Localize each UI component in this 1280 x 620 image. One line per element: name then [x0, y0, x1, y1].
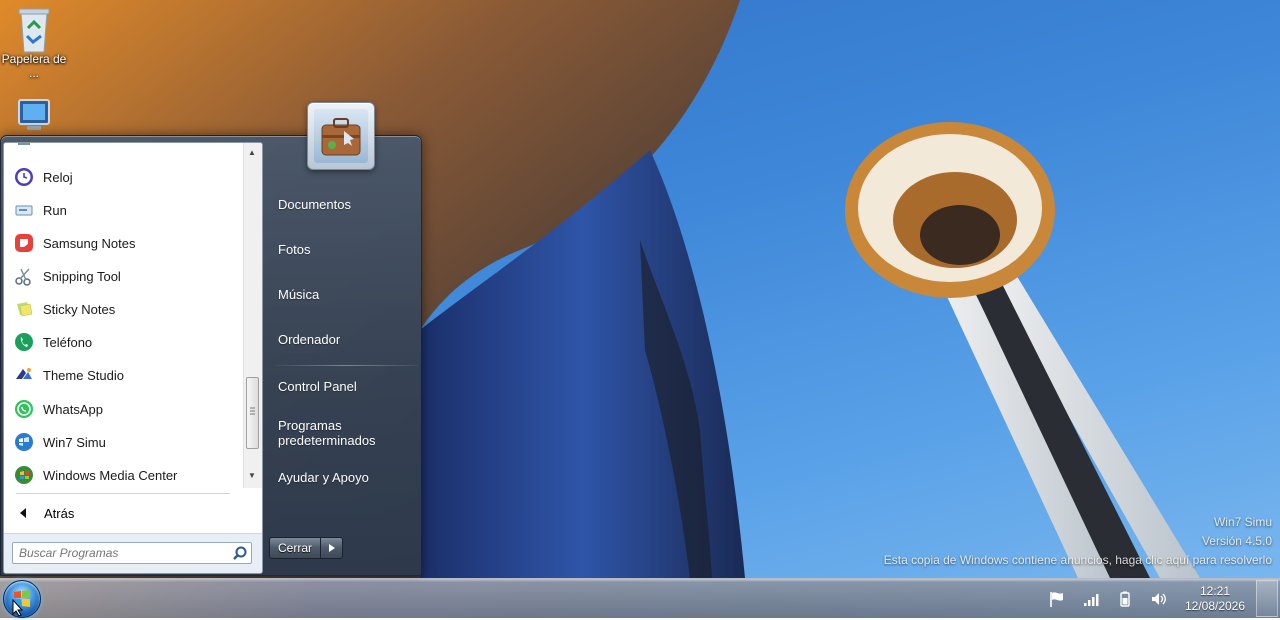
- scissors-icon: [15, 268, 31, 286]
- watermark-product: Win7 Simu: [1213, 515, 1272, 529]
- link-musica[interactable]: Música: [263, 287, 419, 302]
- theme-studio-icon: [16, 368, 32, 379]
- whatsapp-icon: [15, 400, 33, 418]
- program-label: Samsung Notes: [43, 235, 136, 251]
- link-ordenador[interactable]: Ordenador: [263, 332, 419, 347]
- sticky-notes-icon: [17, 302, 33, 317]
- back-button[interactable]: Atrás: [10, 498, 240, 528]
- program-item-reloj[interactable]: Reloj: [10, 162, 238, 192]
- samsung-notes-icon: [15, 234, 33, 252]
- back-label: Atrás: [44, 505, 75, 521]
- media-center-icon: [15, 466, 33, 484]
- run-icon: [15, 205, 33, 216]
- taskbar: 12:21 12/08/2026: [0, 578, 1280, 618]
- link-fotos[interactable]: Fotos: [263, 242, 419, 257]
- scroll-down-arrow-icon[interactable]: ▼: [248, 471, 256, 480]
- battery-icon[interactable]: [1116, 590, 1134, 608]
- program-item-telefono[interactable]: Teléfono: [10, 327, 238, 357]
- phone-icon: [15, 333, 33, 351]
- show-desktop-button[interactable]: [1256, 580, 1278, 617]
- shutdown-button[interactable]: Cerrar: [269, 537, 322, 559]
- list-divider: [16, 493, 230, 494]
- signal-strength-icon[interactable]: [1083, 590, 1101, 608]
- right-pane-divider: [276, 365, 418, 366]
- shutdown-control: Cerrar: [269, 537, 344, 559]
- program-label: Windows Media Center: [43, 467, 178, 483]
- link-documentos[interactable]: Documentos: [263, 197, 419, 212]
- clock-time[interactable]: 12:21: [1170, 584, 1260, 598]
- shutdown-options-button[interactable]: [321, 537, 344, 559]
- space-needle-art: [845, 122, 1200, 578]
- search-icon[interactable]: [232, 546, 248, 562]
- briefcase-icon: [314, 109, 368, 163]
- program-label: Win7 Simu: [43, 434, 106, 450]
- program-item-snipping-tool[interactable]: Snipping Tool: [10, 261, 238, 291]
- program-item-windows-media-center[interactable]: Windows Media Center: [10, 460, 238, 490]
- win7-simu-icon: [15, 433, 33, 451]
- program-list: Reloj Run Samsung Notes Snipping Tool St…: [4, 143, 244, 493]
- link-ayudar-y-apoyo[interactable]: Ayudar y Apoyo: [263, 470, 419, 485]
- watermark-ads-notice[interactable]: Esta copia de Windows contiene anuncios,…: [884, 553, 1272, 567]
- recycle-bin-icon: [13, 4, 55, 53]
- back-arrow-icon: [20, 508, 26, 518]
- mouse-cursor-icon: [12, 599, 24, 617]
- link-programas-predeterminados[interactable]: Programas predeterminados: [263, 418, 419, 448]
- desktop-icon-recycle-bin[interactable]: Papelera de ...: [0, 4, 72, 80]
- search-programs-input[interactable]: [12, 542, 252, 564]
- clock-icon: [15, 168, 33, 186]
- search-area: [4, 533, 262, 573]
- program-label: Teléfono: [43, 334, 93, 350]
- program-item-win7-simu[interactable]: Win7 Simu: [10, 427, 238, 457]
- link-control-panel[interactable]: Control Panel: [263, 379, 419, 394]
- partial-list-item: [14, 143, 54, 147]
- program-item-whatsapp[interactable]: WhatsApp: [10, 394, 238, 424]
- start-menu: Reloj Run Samsung Notes Snipping Tool St…: [0, 102, 422, 576]
- program-label: WhatsApp: [43, 401, 103, 417]
- start-menu-left-pane: Reloj Run Samsung Notes Snipping Tool St…: [3, 142, 263, 574]
- clock-date[interactable]: 12/08/2026: [1170, 599, 1260, 613]
- program-label: Snipping Tool: [43, 268, 121, 284]
- program-item-sticky-notes[interactable]: Sticky Notes: [10, 294, 238, 324]
- program-item-samsung-notes[interactable]: Samsung Notes: [10, 228, 238, 258]
- program-label: Reloj: [43, 169, 73, 185]
- program-label: Run: [43, 202, 67, 218]
- program-item-theme-studio[interactable]: Theme Studio: [10, 360, 238, 390]
- action-center-flag-icon[interactable]: [1048, 590, 1066, 608]
- program-item-run[interactable]: Run: [10, 195, 238, 225]
- user-account-picture[interactable]: [307, 102, 375, 170]
- program-label: Theme Studio: [43, 367, 124, 383]
- scroll-up-arrow-icon[interactable]: ▲: [248, 148, 256, 157]
- program-label: Sticky Notes: [43, 301, 116, 317]
- volume-icon[interactable]: [1150, 590, 1168, 608]
- chevron-right-icon: [329, 544, 336, 552]
- program-list-scrollbar[interactable]: ▲ ▼: [243, 143, 262, 488]
- desktop-icon-label: Papelera de ...: [1, 52, 67, 80]
- watermark-version: Versión 4.5.0: [1201, 534, 1272, 548]
- scroll-thumb[interactable]: [246, 377, 259, 449]
